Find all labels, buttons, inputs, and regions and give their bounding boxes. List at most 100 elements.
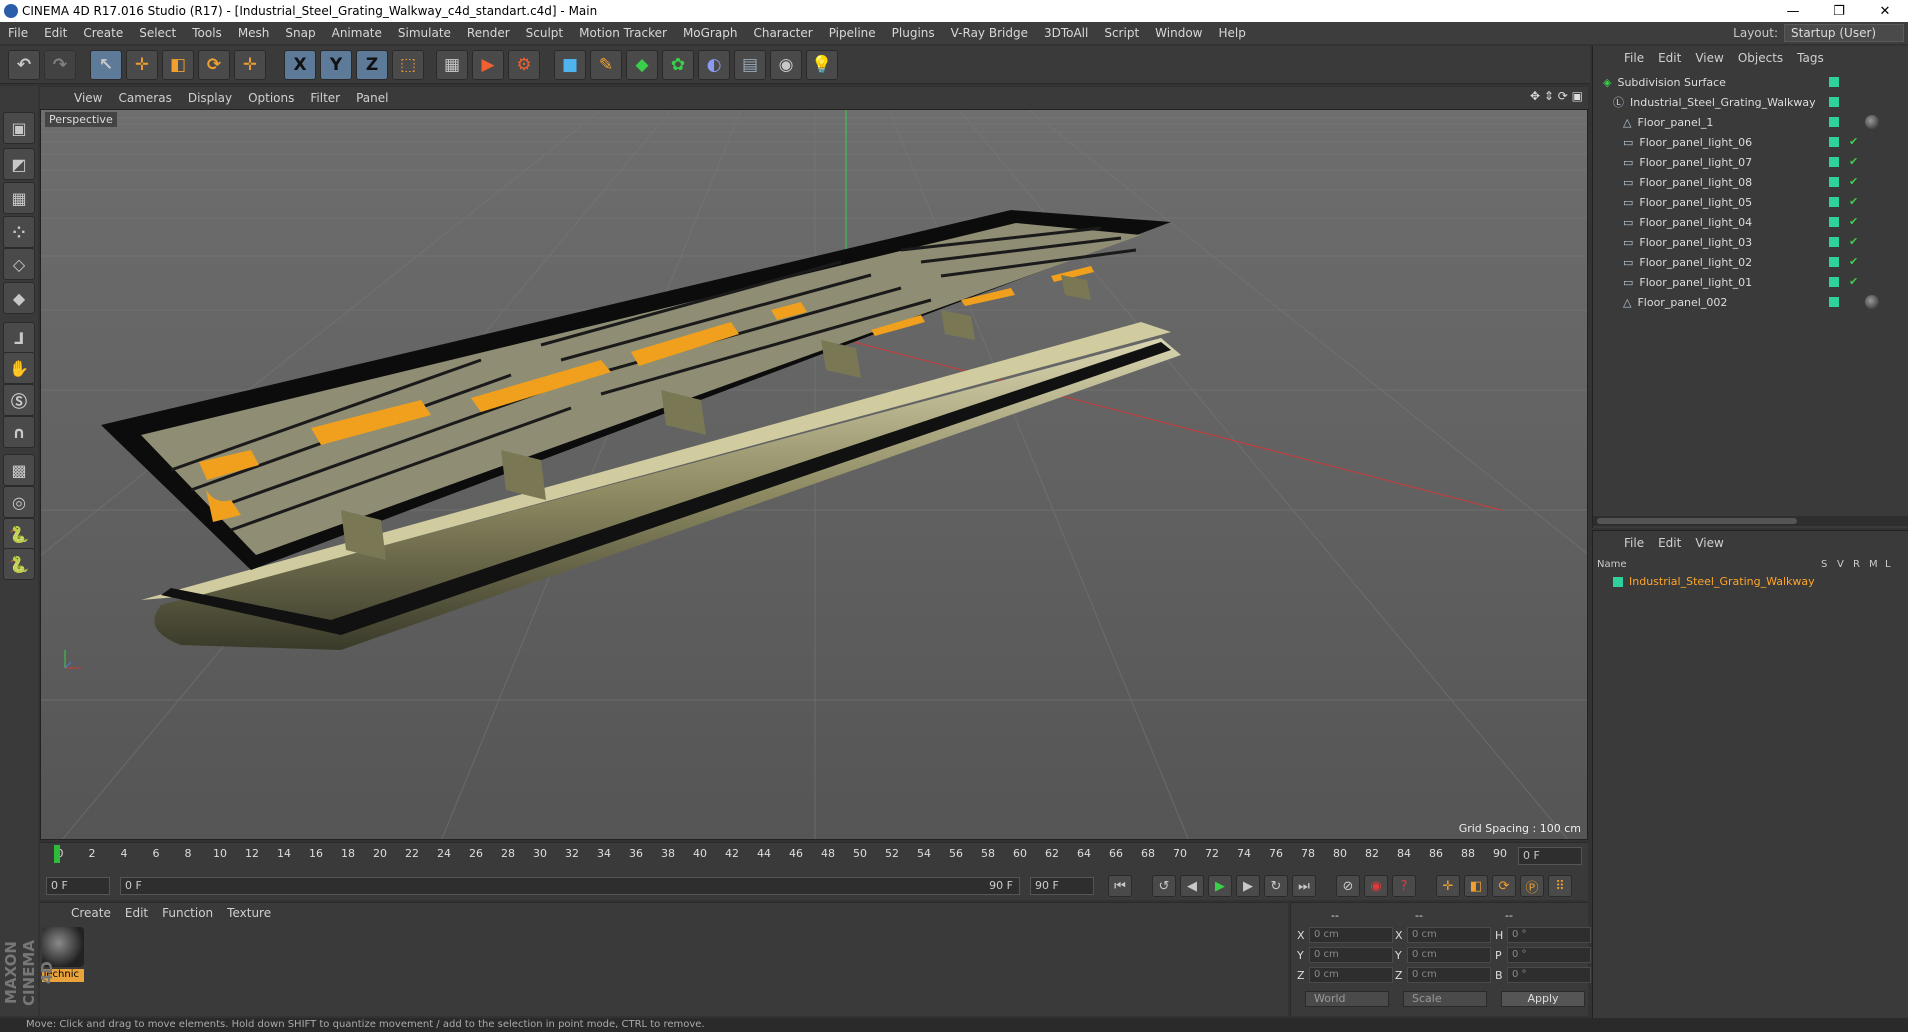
visibility-check-icon[interactable]: ✔ — [1849, 135, 1858, 148]
coord-value-field[interactable]: 0 cm — [1407, 967, 1491, 983]
menu-file[interactable]: File — [0, 26, 36, 40]
layer-menu-file[interactable]: File — [1617, 536, 1651, 550]
next-key-button[interactable]: ↻ — [1264, 875, 1288, 897]
material-menu-create[interactable]: Create — [64, 906, 118, 920]
menu-help[interactable]: Help — [1210, 26, 1253, 40]
viewport-menu-panel[interactable]: Panel — [348, 91, 396, 105]
viewport-menu-filter[interactable]: Filter — [302, 91, 348, 105]
visibility-check-icon[interactable]: ✔ — [1849, 195, 1858, 208]
points-button[interactable]: ⁘ — [3, 216, 35, 248]
menu-create[interactable]: Create — [75, 26, 131, 40]
key-parameter-button[interactable]: Ⓟ — [1520, 875, 1544, 897]
undo-button[interactable]: ↶ — [8, 50, 40, 80]
enable-snap-button[interactable]: ◎ — [3, 486, 35, 518]
material-menu-function[interactable]: Function — [155, 906, 220, 920]
object-row[interactable]: ▭ Floor_panel_light_06 — [1593, 132, 1883, 152]
tweak-button[interactable]: ✋ — [3, 352, 35, 384]
timeline[interactable]: 0 2 4 6 8 10 12 14 16 18 20 22 24 26 28 30 32 34 36 38 40 42 4… — [40, 842, 1588, 872]
y-axis-button[interactable]: Y — [320, 50, 352, 80]
menu-plugins[interactable]: Plugins — [884, 26, 943, 40]
menu-render[interactable]: Render — [459, 26, 518, 40]
layer-color-tag[interactable] — [1829, 157, 1839, 167]
menu-3dtoall[interactable]: 3DToAll — [1036, 26, 1096, 40]
layer-color-tag[interactable] — [1829, 77, 1839, 87]
layer-color-tag[interactable] — [1829, 137, 1839, 147]
add-spline-button[interactable]: ✎ — [590, 50, 622, 80]
record-toggle-button[interactable]: ⊘ — [1336, 875, 1360, 897]
object-row[interactable]: ▭ Floor_panel_light_01 — [1593, 272, 1883, 292]
menu-tools[interactable]: Tools — [184, 26, 230, 40]
viewport-menu-view[interactable]: View — [66, 91, 110, 105]
object-row[interactable]: ▭ Floor_panel_light_05 — [1593, 192, 1883, 212]
object-row[interactable]: ▭ Floor_panel_light_03 — [1593, 232, 1883, 252]
goto-start-button[interactable]: ⏮ — [1108, 875, 1132, 897]
render-view-button[interactable]: ▦ — [436, 50, 468, 80]
magnet-button[interactable]: ∩ — [3, 416, 35, 448]
render-picture-viewer-button[interactable]: ▶ — [472, 50, 504, 80]
key-rotation-button[interactable]: ⟳ — [1492, 875, 1516, 897]
viewport-nav-icons[interactable]: ✥ ⇕ ⟳ ▣ — [1530, 89, 1583, 103]
object-menu-file[interactable]: File — [1617, 51, 1651, 65]
apply-button[interactable]: Apply — [1501, 991, 1585, 1007]
menu-edit[interactable]: Edit — [36, 26, 75, 40]
menu-snap[interactable]: Snap — [277, 26, 323, 40]
viewport-menu-options[interactable]: Options — [240, 91, 302, 105]
prev-key-button[interactable]: ↺ — [1152, 875, 1176, 897]
x-axis-button[interactable]: X — [284, 50, 316, 80]
viewport-menu-display[interactable]: Display — [180, 91, 240, 105]
frame-range-slider[interactable]: 0 F 90 F — [120, 877, 1020, 895]
object-row[interactable]: △ Floor_panel_002 — [1593, 292, 1883, 312]
add-floor-button[interactable]: ▤ — [734, 50, 766, 80]
material-menu-texture[interactable]: Texture — [220, 906, 278, 920]
object-row[interactable]: Ⓛ Industrial_Steel_Grating_Walkway — [1593, 92, 1883, 112]
menu-mesh[interactable]: Mesh — [230, 26, 278, 40]
rotate-tool-button[interactable]: ⟳ — [198, 50, 230, 80]
timeline-ruler[interactable]: 0 2 4 6 8 10 12 14 16 18 20 22 24 26 28 30 32 34 36 38 40 42 4… — [52, 845, 1520, 865]
add-light-button[interactable]: 💡 — [806, 50, 838, 80]
object-row[interactable]: ▭ Floor_panel_light_07 — [1593, 152, 1883, 172]
object-menu-objects[interactable]: Objects — [1731, 51, 1790, 65]
menu-motion-tracker[interactable]: Motion Tracker — [571, 26, 675, 40]
layer-menu-edit[interactable]: Edit — [1651, 536, 1688, 550]
menu-simulate[interactable]: Simulate — [390, 26, 459, 40]
goto-end-button[interactable]: ⏭ — [1292, 875, 1316, 897]
layer-color-tag[interactable] — [1829, 117, 1839, 127]
axis-button[interactable]: ⅃ — [3, 322, 35, 354]
object-row[interactable]: ▭ Floor_panel_light_08 — [1593, 172, 1883, 192]
add-camera-button[interactable]: ◉ — [770, 50, 802, 80]
coord-value-field[interactable]: 0 ° — [1507, 947, 1591, 963]
visibility-check-icon[interactable]: ✔ — [1849, 235, 1858, 248]
menu-sculpt[interactable]: Sculpt — [518, 26, 571, 40]
snap-button[interactable]: Ⓢ — [3, 384, 35, 416]
object-scrollbar[interactable] — [1593, 516, 1908, 526]
layer-color-tag[interactable] — [1829, 237, 1839, 247]
scrollbar-thumb[interactable] — [1597, 518, 1797, 524]
select-tool-button[interactable]: ↖ — [90, 50, 122, 80]
prev-frame-button[interactable]: ◀ — [1180, 875, 1204, 897]
z-axis-button[interactable]: Z — [356, 50, 388, 80]
layer-color-tag[interactable] — [1829, 277, 1839, 287]
key-pla-button[interactable]: ⠿ — [1548, 875, 1572, 897]
layer-color-tag[interactable] — [1829, 97, 1839, 107]
texture-mode-button[interactable]: ◩ — [3, 148, 35, 180]
menu-window[interactable]: Window — [1147, 26, 1210, 40]
grid-lock-button[interactable]: ▩ — [3, 454, 35, 486]
close-button[interactable]: ✕ — [1862, 0, 1908, 22]
polygons-button[interactable]: ◆ — [3, 282, 35, 314]
last-tool-button[interactable]: ✛ — [234, 50, 266, 80]
material-menu-edit[interactable]: Edit — [118, 906, 155, 920]
layer-color-tag[interactable] — [1829, 217, 1839, 227]
object-row[interactable]: ▭ Floor_panel_light_02 — [1593, 252, 1883, 272]
visibility-check-icon[interactable]: ✔ — [1849, 155, 1858, 168]
coord-value-field[interactable]: 0 ° — [1507, 927, 1591, 943]
key-position-button[interactable]: ✛ — [1436, 875, 1460, 897]
object-menu-tags[interactable]: Tags — [1790, 51, 1831, 65]
layout-dropdown[interactable]: Startup (User) — [1784, 24, 1904, 42]
layer-color-tag[interactable] — [1829, 297, 1839, 307]
layer-color-tag[interactable] — [1829, 197, 1839, 207]
layer-menu-view[interactable]: View — [1688, 536, 1730, 550]
object-row[interactable]: ▭ Floor_panel_light_04 — [1593, 212, 1883, 232]
coord-value-field[interactable]: 0 cm — [1407, 947, 1491, 963]
python2-button[interactable]: 🐍 — [3, 548, 35, 580]
restore-button[interactable]: ❐ — [1816, 0, 1862, 22]
